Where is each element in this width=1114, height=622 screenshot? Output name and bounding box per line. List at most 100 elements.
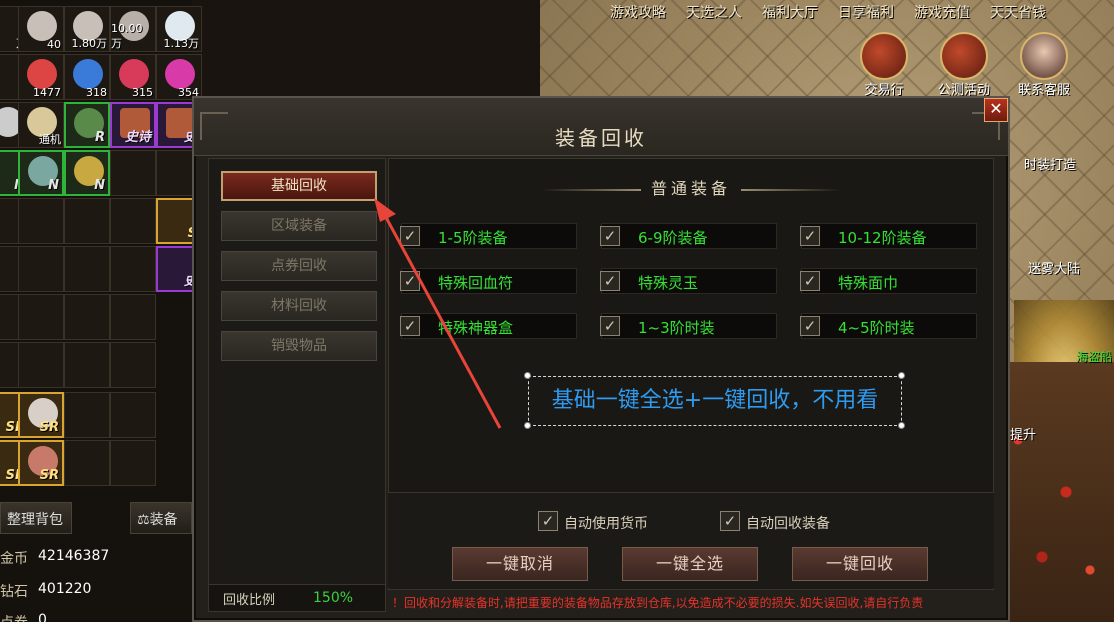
cancel-all-button[interactable]: 一键取消 — [452, 547, 588, 581]
menu-guide[interactable]: 游戏攻略 — [600, 0, 676, 22]
balance-icon: ⚖ — [137, 512, 150, 528]
sort-bag-button[interactable]: 整理背包 — [0, 502, 72, 534]
inventory-slot[interactable] — [110, 342, 156, 388]
checkbox-checked[interactable]: ✓ — [720, 511, 740, 531]
inventory-slot-rare[interactable]: R — [64, 102, 110, 148]
menu-save-money[interactable]: 天天省钱 — [980, 0, 1056, 22]
close-button[interactable]: ✕ — [984, 98, 1008, 122]
checkbox-checked[interactable]: ✓ — [800, 226, 820, 246]
inventory-slot[interactable] — [110, 150, 156, 196]
inventory-slot[interactable]: 315 — [110, 54, 156, 100]
checkbox-checked[interactable]: ✓ — [400, 271, 420, 291]
inventory-slot-epic[interactable]: 史诗 — [110, 102, 156, 148]
inventory-slot[interactable]: 1477 — [18, 54, 64, 100]
red-star-icon — [119, 59, 149, 89]
inventory-slot[interactable] — [110, 246, 156, 292]
pink-star-icon — [165, 59, 195, 89]
annotation-note: 基础一键全选+一键回收，不用看 — [528, 376, 902, 426]
inventory-slot[interactable]: 1.80万 — [64, 6, 110, 52]
checkbox-checked[interactable]: ✓ — [400, 316, 420, 336]
inventory-slot[interactable] — [64, 246, 110, 292]
inventory-slot[interactable] — [18, 198, 64, 244]
option-heal-charm[interactable]: ✓ 特殊回血符 — [400, 268, 577, 294]
option-spirit-jade[interactable]: ✓ 特殊灵玉 — [600, 268, 777, 294]
inventory-slot-super-rare[interactable]: SR — [18, 440, 64, 486]
menu-recharge[interactable]: 游戏充值 — [904, 0, 980, 22]
option-tier-1-5[interactable]: ✓ 1-5阶装备 — [400, 223, 577, 249]
dialog-title-bar: 装备回收 — [194, 98, 1008, 156]
inventory-slot[interactable] — [18, 342, 64, 388]
inventory-slot[interactable] — [64, 294, 110, 340]
checkbox-checked[interactable]: ✓ — [400, 226, 420, 246]
checkbox-checked[interactable]: ✓ — [600, 226, 620, 246]
resize-handle — [898, 422, 905, 429]
pirate-label[interactable]: 海盗船 — [1076, 348, 1112, 365]
section-header: 普通装备 — [389, 175, 993, 199]
voucher-stat: 点卷0 — [0, 612, 47, 622]
inventory-slot[interactable] — [18, 294, 64, 340]
ornament-left — [540, 188, 641, 191]
inventory-slot[interactable] — [110, 198, 156, 244]
red-flowers — [994, 362, 1114, 622]
upgrade-label[interactable]: 提升 — [1010, 424, 1036, 443]
option-tier-10-12[interactable]: ✓ 10-12阶装备 — [800, 223, 977, 249]
inventory-slot-normal[interactable]: N — [64, 150, 110, 196]
menu-daily-welfare[interactable]: 日享福利 — [828, 0, 904, 22]
section-title: 普通装备 — [650, 179, 731, 198]
top-icon-row: 交易行 公测活动 联系客服 — [848, 30, 1080, 98]
checkbox-checked[interactable]: ✓ — [800, 316, 820, 336]
inventory-slot-normal[interactable]: N — [18, 150, 64, 196]
option-artifact-box[interactable]: ✓ 特殊神器盒 — [400, 313, 577, 339]
equip-button[interactable]: ⚖装备 — [130, 502, 192, 534]
inventory-slot[interactable] — [110, 294, 156, 340]
inventory-slot[interactable] — [64, 440, 110, 486]
inventory-slot[interactable]: 354 — [156, 54, 202, 100]
inventory-slot[interactable] — [110, 440, 156, 486]
menu-welfare-hall[interactable]: 福利大厅 — [752, 0, 828, 22]
inventory-slot[interactable] — [110, 392, 156, 438]
dialog-title: 装备回收 — [555, 126, 647, 150]
nav-voucher-recycle[interactable]: 点券回收 — [221, 251, 377, 281]
trade-icon — [860, 32, 908, 80]
event-button[interactable]: 公测活动 — [928, 30, 1000, 98]
inventory-slot-super-rare[interactable]: SR — [18, 392, 64, 438]
ratio-value: 150% — [313, 590, 354, 606]
nav-area-equipment[interactable]: 区域装备 — [221, 211, 377, 241]
inventory-slot[interactable]: 318 — [64, 54, 110, 100]
inventory-slot[interactable]: 通机 — [18, 102, 64, 148]
resize-handle — [898, 372, 905, 379]
inventory-slot[interactable] — [18, 246, 64, 292]
diamond-stat: 钻石 401220 — [0, 581, 92, 600]
checkbox-checked[interactable]: ✓ — [800, 271, 820, 291]
option-fashion-4-5[interactable]: ✓ 4~5阶时装 — [800, 313, 977, 339]
ratio-label: 回收比例 — [223, 593, 276, 608]
scroll-icon — [27, 11, 57, 41]
recycle-ratio: 回收比例 150% — [208, 584, 386, 612]
recycle-actions-area: ✓ 自动使用货币 ✓ 自动回收装备 一键取消 一键全选 一键回收 — [388, 492, 994, 588]
inventory-slot[interactable]: 10.00万 — [110, 6, 156, 52]
top-menu: 游戏攻略 天选之人 福利大厅 日享福利 游戏充值 天天省钱 — [600, 0, 1056, 22]
inventory-slot[interactable] — [64, 342, 110, 388]
nav-basic-recycle[interactable]: 基础回收 — [221, 171, 377, 201]
inventory-slot[interactable]: 1.13万 — [156, 6, 202, 52]
support-button[interactable]: 联系客服 — [1008, 30, 1080, 98]
nav-material-recycle[interactable]: 材料回收 — [221, 291, 377, 321]
nav-destroy-items[interactable]: 销毁物品 — [221, 331, 377, 361]
menu-chosen[interactable]: 天选之人 — [676, 0, 752, 22]
inventory-slot[interactable] — [64, 198, 110, 244]
inventory-slot[interactable] — [64, 392, 110, 438]
trade-button[interactable]: 交易行 — [848, 30, 920, 98]
blue-star-icon — [73, 59, 103, 89]
checkbox-checked[interactable]: ✓ — [538, 511, 558, 531]
map-label[interactable]: 迷雾大陆 — [1028, 258, 1080, 277]
checkbox-checked[interactable]: ✓ — [600, 271, 620, 291]
option-fashion-1-3[interactable]: ✓ 1~3阶时装 — [600, 313, 777, 339]
select-all-button[interactable]: 一键全选 — [622, 547, 758, 581]
inventory-slot[interactable]: 40 — [18, 6, 64, 52]
option-tier-6-9[interactable]: ✓ 6-9阶装备 — [600, 223, 777, 249]
option-mask[interactable]: ✓ 特殊面巾 — [800, 268, 977, 294]
recycle-all-button[interactable]: 一键回收 — [792, 547, 928, 581]
checkbox-checked[interactable]: ✓ — [600, 316, 620, 336]
fashion-label[interactable]: 时装打造 — [1024, 154, 1076, 173]
inventory-panel: 万 40 1.80万 10.00万 1.13万 3 1477 318 315 3… — [0, 0, 202, 622]
